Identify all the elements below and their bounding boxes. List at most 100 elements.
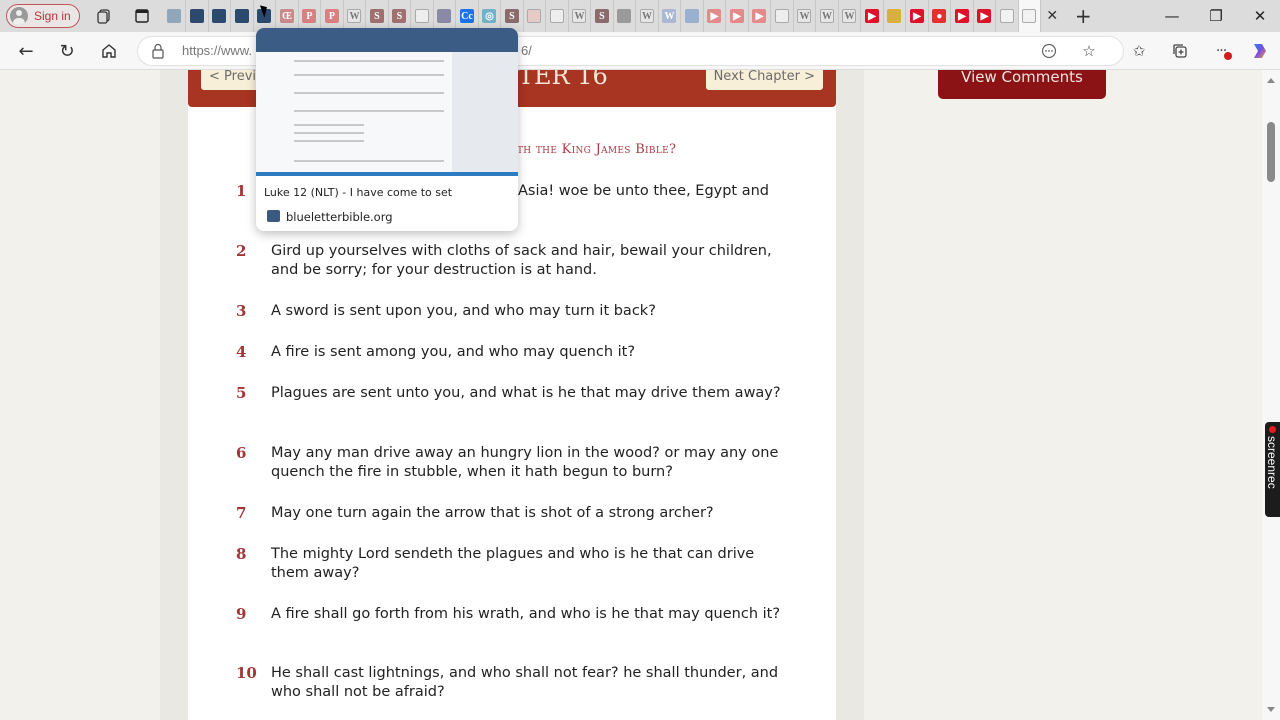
s-favicon-icon: S: [594, 9, 609, 23]
preview-line: [294, 110, 444, 112]
favorite-star-icon[interactable]: ☆: [1078, 40, 1100, 62]
browser-tab[interactable]: [771, 0, 794, 32]
verse-row: 10 He shall cast lightnings, and who shal…: [236, 664, 796, 701]
verse-number[interactable]: 10: [236, 664, 271, 701]
sign-in-label: Sign in: [34, 9, 71, 23]
verse-text: The mighty Lord sendeth the plagues and …: [271, 546, 755, 581]
refresh-icon: ↻: [59, 40, 75, 62]
browser-tab[interactable]: [231, 0, 254, 32]
browser-tab[interactable]: ▶: [749, 0, 772, 32]
browser-tab[interactable]: W: [839, 0, 862, 32]
browser-tab[interactable]: [524, 0, 547, 32]
verse-row: 3A sword is sent upon you, and who may t…: [236, 302, 796, 321]
browser-tab[interactable]: ▶: [861, 0, 884, 32]
home-button[interactable]: [96, 38, 122, 64]
scrollbar-thumb[interactable]: [1267, 122, 1275, 182]
doc-favicon-icon: [774, 9, 789, 23]
browser-tab[interactable]: [614, 0, 637, 32]
verse-text: May any man drive away an hungry lion in…: [271, 445, 779, 480]
right-gutter: [836, 70, 864, 720]
browser-tab[interactable]: ▶: [974, 0, 997, 32]
new-tab-button[interactable]: +: [1073, 4, 1093, 28]
collections-icon[interactable]: [1169, 40, 1191, 62]
oe-favicon-icon: Œ: [279, 9, 294, 23]
browser-tab[interactable]: [681, 0, 704, 32]
verse-number[interactable]: 8: [236, 545, 271, 582]
yt-favicon-icon: ▶: [752, 9, 767, 23]
screenrec-widget[interactable]: screenrec: [1265, 422, 1280, 517]
browser-tab[interactable]: [546, 0, 569, 32]
grid-favicon-icon: [527, 9, 542, 23]
settings-menu-button[interactable]: ···: [1210, 40, 1232, 62]
verse-row: 8 The mighty Lord sendeth the plagues and…: [236, 545, 796, 582]
restore-button[interactable]: ❐: [1194, 0, 1238, 32]
verse-number[interactable]: 2: [236, 242, 271, 279]
pdf-favicon-icon: P: [324, 9, 339, 23]
preview-line: [294, 160, 444, 162]
blb-favicon-icon: [189, 9, 204, 23]
yt-favicon-icon: ▶: [729, 9, 744, 23]
tab-actions-icon[interactable]: [132, 6, 152, 26]
sign-in-button[interactable]: Sign in: [6, 4, 80, 28]
verse-number[interactable]: 3: [236, 302, 271, 321]
wiki-favicon-icon: W: [662, 9, 677, 23]
browser-tab[interactable]: W: [636, 0, 659, 32]
left-gutter: [160, 70, 188, 720]
browser-tab[interactable]: [996, 0, 1019, 32]
workspaces-icon[interactable]: [94, 6, 114, 26]
browser-tab[interactable]: ▶: [906, 0, 929, 32]
verse-text: May one turn again the arrow that is sho…: [271, 505, 714, 521]
browser-tab[interactable]: ▶: [704, 0, 727, 32]
s-favicon-icon: S: [369, 9, 384, 23]
verse-number[interactable]: 9: [236, 605, 271, 624]
pdf-favicon-icon: P: [302, 9, 317, 23]
view-comments-button[interactable]: View Comments: [938, 70, 1106, 99]
blb-favicon-icon: [167, 9, 182, 23]
copilot-icon[interactable]: [1249, 40, 1271, 62]
browser-tab[interactable]: ▶: [726, 0, 749, 32]
doc-favicon-icon: [999, 9, 1014, 23]
home-icon: [102, 44, 116, 58]
verse-number[interactable]: 4: [236, 343, 271, 362]
chapter-title: TER 16: [518, 70, 608, 90]
close-window-button[interactable]: ✕: [1238, 0, 1280, 32]
tab-close-button[interactable]: ✕: [1041, 0, 1063, 32]
browser-tab[interactable]: [884, 0, 907, 32]
preview-progress-bar: [256, 172, 518, 176]
browser-tab[interactable]: [209, 0, 232, 32]
previous-chapter-button[interactable]: < Previ: [201, 70, 264, 90]
page-actions-icon[interactable]: [1038, 40, 1060, 62]
verse-text: Plagues are sent unto you, and what is h…: [271, 385, 781, 401]
browser-tab[interactable]: W: [659, 0, 682, 32]
doc-favicon-icon: [414, 9, 429, 23]
scroll-up-arrow-icon[interactable]: [1267, 78, 1275, 83]
vertical-scrollbar[interactable]: [1262, 70, 1280, 720]
favorites-icon[interactable]: ✩: [1128, 40, 1150, 62]
preview-thumbnail: [256, 28, 518, 176]
wiki-favicon-icon: W: [842, 9, 857, 23]
browser-tab[interactable]: S: [591, 0, 614, 32]
s-favicon-icon: S: [392, 9, 407, 23]
browser-tab[interactable]: W: [816, 0, 839, 32]
minimize-button[interactable]: —: [1150, 0, 1194, 32]
browser-tab[interactable]: [164, 0, 187, 32]
doc-favicon-icon: [549, 9, 564, 23]
doc-active-favicon-icon: [1022, 9, 1037, 23]
refresh-button[interactable]: ↻: [54, 38, 80, 64]
browser-tab[interactable]: ●: [929, 0, 952, 32]
img-favicon-icon: [437, 9, 452, 23]
verse-number[interactable]: 6: [236, 444, 271, 481]
verse-number[interactable]: 5: [236, 384, 271, 403]
browser-tab[interactable]: W: [569, 0, 592, 32]
web-page: < Previ TER 16 Next Chapter > th the Kin…: [0, 70, 1262, 720]
scroll-down-arrow-icon[interactable]: [1267, 707, 1275, 712]
wiki-favicon-icon: W: [819, 9, 834, 23]
verse-number[interactable]: 7: [236, 504, 271, 523]
browser-tab[interactable]: W: [794, 0, 817, 32]
browser-tab[interactable]: ▶: [951, 0, 974, 32]
next-chapter-button[interactable]: Next Chapter >: [705, 70, 823, 90]
wiki-favicon-icon: W: [347, 9, 362, 23]
back-button[interactable]: ←: [13, 38, 39, 64]
browser-tab[interactable]: [186, 0, 209, 32]
browser-tab[interactable]: [1018, 0, 1042, 32]
